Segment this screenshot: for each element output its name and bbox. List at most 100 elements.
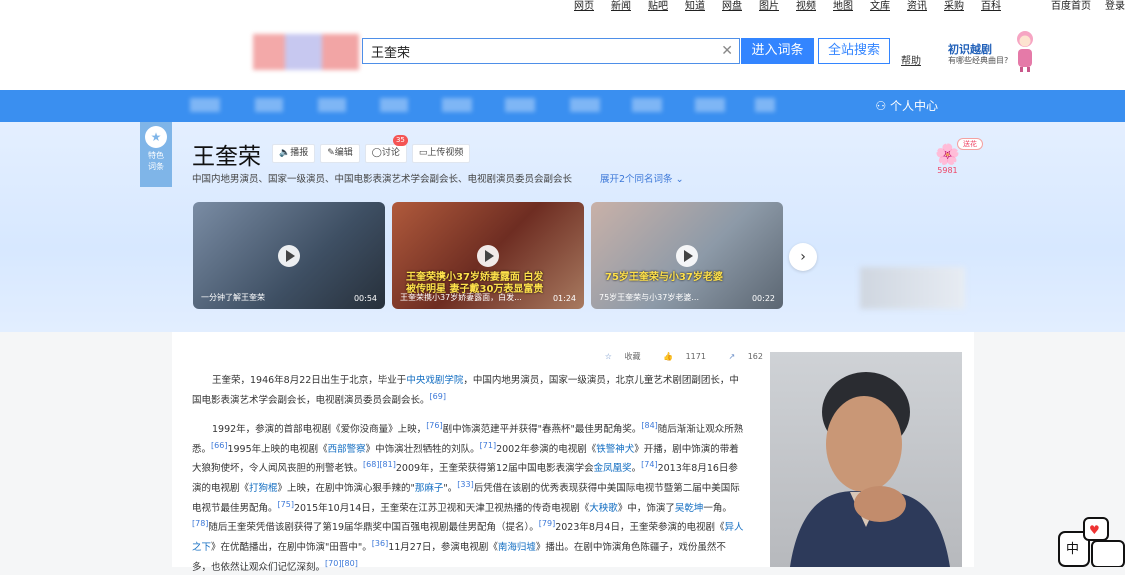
paragraph-text: 》中饰演壮烈牺牲的刘队。	[365, 443, 480, 455]
video-card[interactable]: 王奎荣携小37岁娇妻露面 白发 被传明星 妻子戴30万表显富贵 王奎荣携小37岁…	[392, 202, 584, 309]
video-card[interactable]: 一分钟了解王奎荣 00:54	[193, 202, 385, 309]
video-card[interactable]: 75岁王奎荣与小37岁老婆 75岁王奎荣与小37岁老婆... 00:22	[591, 202, 783, 309]
reference-mark[interactable]: [81]	[379, 460, 395, 469]
blurred-tab[interactable]	[190, 98, 220, 112]
discuss-button[interactable]: ◯讨论 35	[364, 135, 408, 163]
video-caption: 75岁王奎荣与小37岁老婆...	[599, 293, 699, 302]
share-button[interactable]: ↗ 162	[718, 352, 763, 361]
floating-chat-widget[interactable]: 中 ♥	[1058, 517, 1125, 567]
play-icon[interactable]	[477, 244, 499, 267]
entry-link[interactable]: 南海归墟	[498, 542, 536, 553]
blurred-tab[interactable]	[505, 98, 535, 112]
video-duration: 00:22	[751, 294, 775, 303]
reference-mark[interactable]: [79]	[539, 519, 555, 528]
top-nav-link[interactable]: 百科	[981, 1, 1001, 12]
reference-mark[interactable]: [76]	[426, 421, 442, 430]
blurred-tab[interactable]	[318, 98, 346, 112]
discuss-label: 讨论	[381, 148, 400, 158]
reference-mark[interactable]: [78]	[192, 519, 208, 528]
reference-mark[interactable]: [70]	[325, 559, 341, 568]
entry-link[interactable]: 打狗棍	[249, 483, 278, 494]
entry-description: 中国内地男演员、国家一级演员、中国电影表演艺术学会副会长、电视剧演员委员会副会长	[192, 174, 573, 185]
top-nav-link[interactable]: 网页	[574, 1, 594, 12]
reference-mark[interactable]: [84]	[641, 421, 657, 430]
reference-mark[interactable]: [36]	[372, 539, 388, 548]
corner-char: 中	[1066, 542, 1079, 557]
top-nav-link[interactable]: 贴吧	[648, 1, 668, 12]
reference-mark[interactable]: [33]	[457, 480, 473, 489]
collect-button[interactable]: ☆ 收藏	[595, 352, 641, 361]
like-count: 1171	[685, 352, 706, 361]
top-nav-link[interactable]: 新闻	[611, 1, 631, 12]
top-nav-link[interactable]: 图片	[759, 1, 779, 12]
blurred-tab[interactable]	[570, 98, 600, 112]
search-box: ✕	[362, 38, 740, 64]
help-link[interactable]: 帮助	[901, 52, 921, 67]
blurred-tab[interactable]	[442, 98, 472, 112]
chevron-down-icon: ⌄	[675, 174, 684, 185]
entry-link[interactable]: 西部警察	[328, 444, 366, 455]
ribbon-line-2: 词条	[148, 162, 164, 171]
top-nav: 网页 新闻 贴吧 知道 网盘 图片 视频 地图 文库 资讯 采购 百科 百度首页 登录	[0, 0, 1125, 12]
upload-video-label: 上传视频	[427, 148, 464, 158]
entry-link[interactable]: 中央戏剧学院	[406, 375, 463, 386]
user-center-link[interactable]: ⚇ 个人中心	[875, 97, 938, 114]
blurred-tab[interactable]	[632, 98, 662, 112]
promo-subtitle[interactable]: 有哪些经典曲目?	[948, 55, 1008, 66]
paragraph-text: 1995年上映的电视剧《	[227, 443, 328, 455]
broadcast-label: 播报	[290, 148, 309, 158]
entry-link[interactable]: 那麻子	[415, 483, 444, 494]
blurred-tab[interactable]	[255, 98, 283, 112]
upload-video-button[interactable]: ▭上传视频	[411, 144, 471, 163]
blurred-tab[interactable]	[380, 98, 408, 112]
carousel-next-button[interactable]: ›	[789, 243, 817, 271]
like-button[interactable]: 👍 1171	[653, 352, 706, 361]
reference-mark[interactable]: [68]	[363, 460, 379, 469]
search-input[interactable]	[363, 39, 719, 63]
reference-mark[interactable]: [69]	[430, 392, 446, 401]
reference-mark[interactable]: [71]	[480, 441, 496, 450]
paragraph-text: 》上映，在剧中饰演心狠手辣的"	[277, 483, 415, 495]
clear-icon[interactable]: ✕	[721, 43, 733, 59]
send-flower-widget[interactable]: 送花 🌸 5981	[935, 138, 983, 175]
top-nav-right-link[interactable]: 登录	[1105, 1, 1125, 12]
top-nav-link[interactable]: 视频	[796, 1, 816, 12]
entry-link[interactable]: 金凤凰奖	[594, 463, 632, 474]
play-icon[interactable]	[676, 244, 698, 267]
portrait-image[interactable]	[770, 352, 962, 567]
reference-mark[interactable]: [74]	[641, 460, 657, 469]
blurred-module	[860, 267, 965, 309]
enter-entry-button[interactable]: 进入词条	[741, 38, 814, 64]
entry-link[interactable]: 铁警神犬	[596, 444, 634, 455]
entry-link[interactable]: 大秧歌	[589, 503, 618, 514]
baike-logo[interactable]	[253, 34, 359, 70]
user-icon: ⚇	[875, 99, 887, 113]
site-search-button[interactable]: 全站搜索	[818, 38, 890, 64]
mascot-icon[interactable]	[1013, 29, 1037, 73]
user-center-label: 个人中心	[889, 99, 938, 113]
expand-label: 展开2个同名词条	[600, 174, 673, 185]
paragraph-text: 2002年参演的电视剧《	[496, 443, 597, 455]
entry-link[interactable]: 吴乾坤	[675, 503, 704, 514]
discuss-count-badge: 35	[392, 135, 408, 146]
play-icon[interactable]	[278, 244, 300, 267]
top-nav-link[interactable]: 文库	[870, 1, 890, 12]
top-nav-link[interactable]: 知道	[685, 1, 705, 12]
expand-homonyms-link[interactable]: 展开2个同名词条 ⌄	[600, 171, 684, 185]
reference-mark[interactable]: [75]	[278, 500, 294, 509]
paragraph-text: 随后王奎荣凭借该剧获得了第19届华鼎奖中国百强电视剧最佳男配角（提名）。	[208, 522, 539, 534]
speaker-icon: 🔈	[279, 148, 291, 158]
broadcast-button[interactable]: 🔈播报	[272, 144, 316, 163]
blurred-tab[interactable]	[695, 98, 725, 112]
reference-mark[interactable]: [80]	[341, 559, 357, 568]
entry-toolbar: 🔈播报 ✎编辑 ◯讨论 35 ▭上传视频	[272, 135, 471, 163]
reference-mark[interactable]: [66]	[211, 441, 227, 450]
top-nav-link[interactable]: 资讯	[907, 1, 927, 12]
blurred-tab[interactable]	[755, 98, 775, 112]
top-nav-link[interactable]: 地图	[833, 1, 853, 12]
top-nav-link[interactable]: 网盘	[722, 1, 742, 12]
top-nav-link[interactable]: 采购	[944, 1, 964, 12]
pencil-icon: ✎	[327, 148, 335, 158]
top-nav-right-link[interactable]: 百度首页	[1051, 1, 1091, 12]
edit-button[interactable]: ✎编辑	[320, 144, 360, 163]
